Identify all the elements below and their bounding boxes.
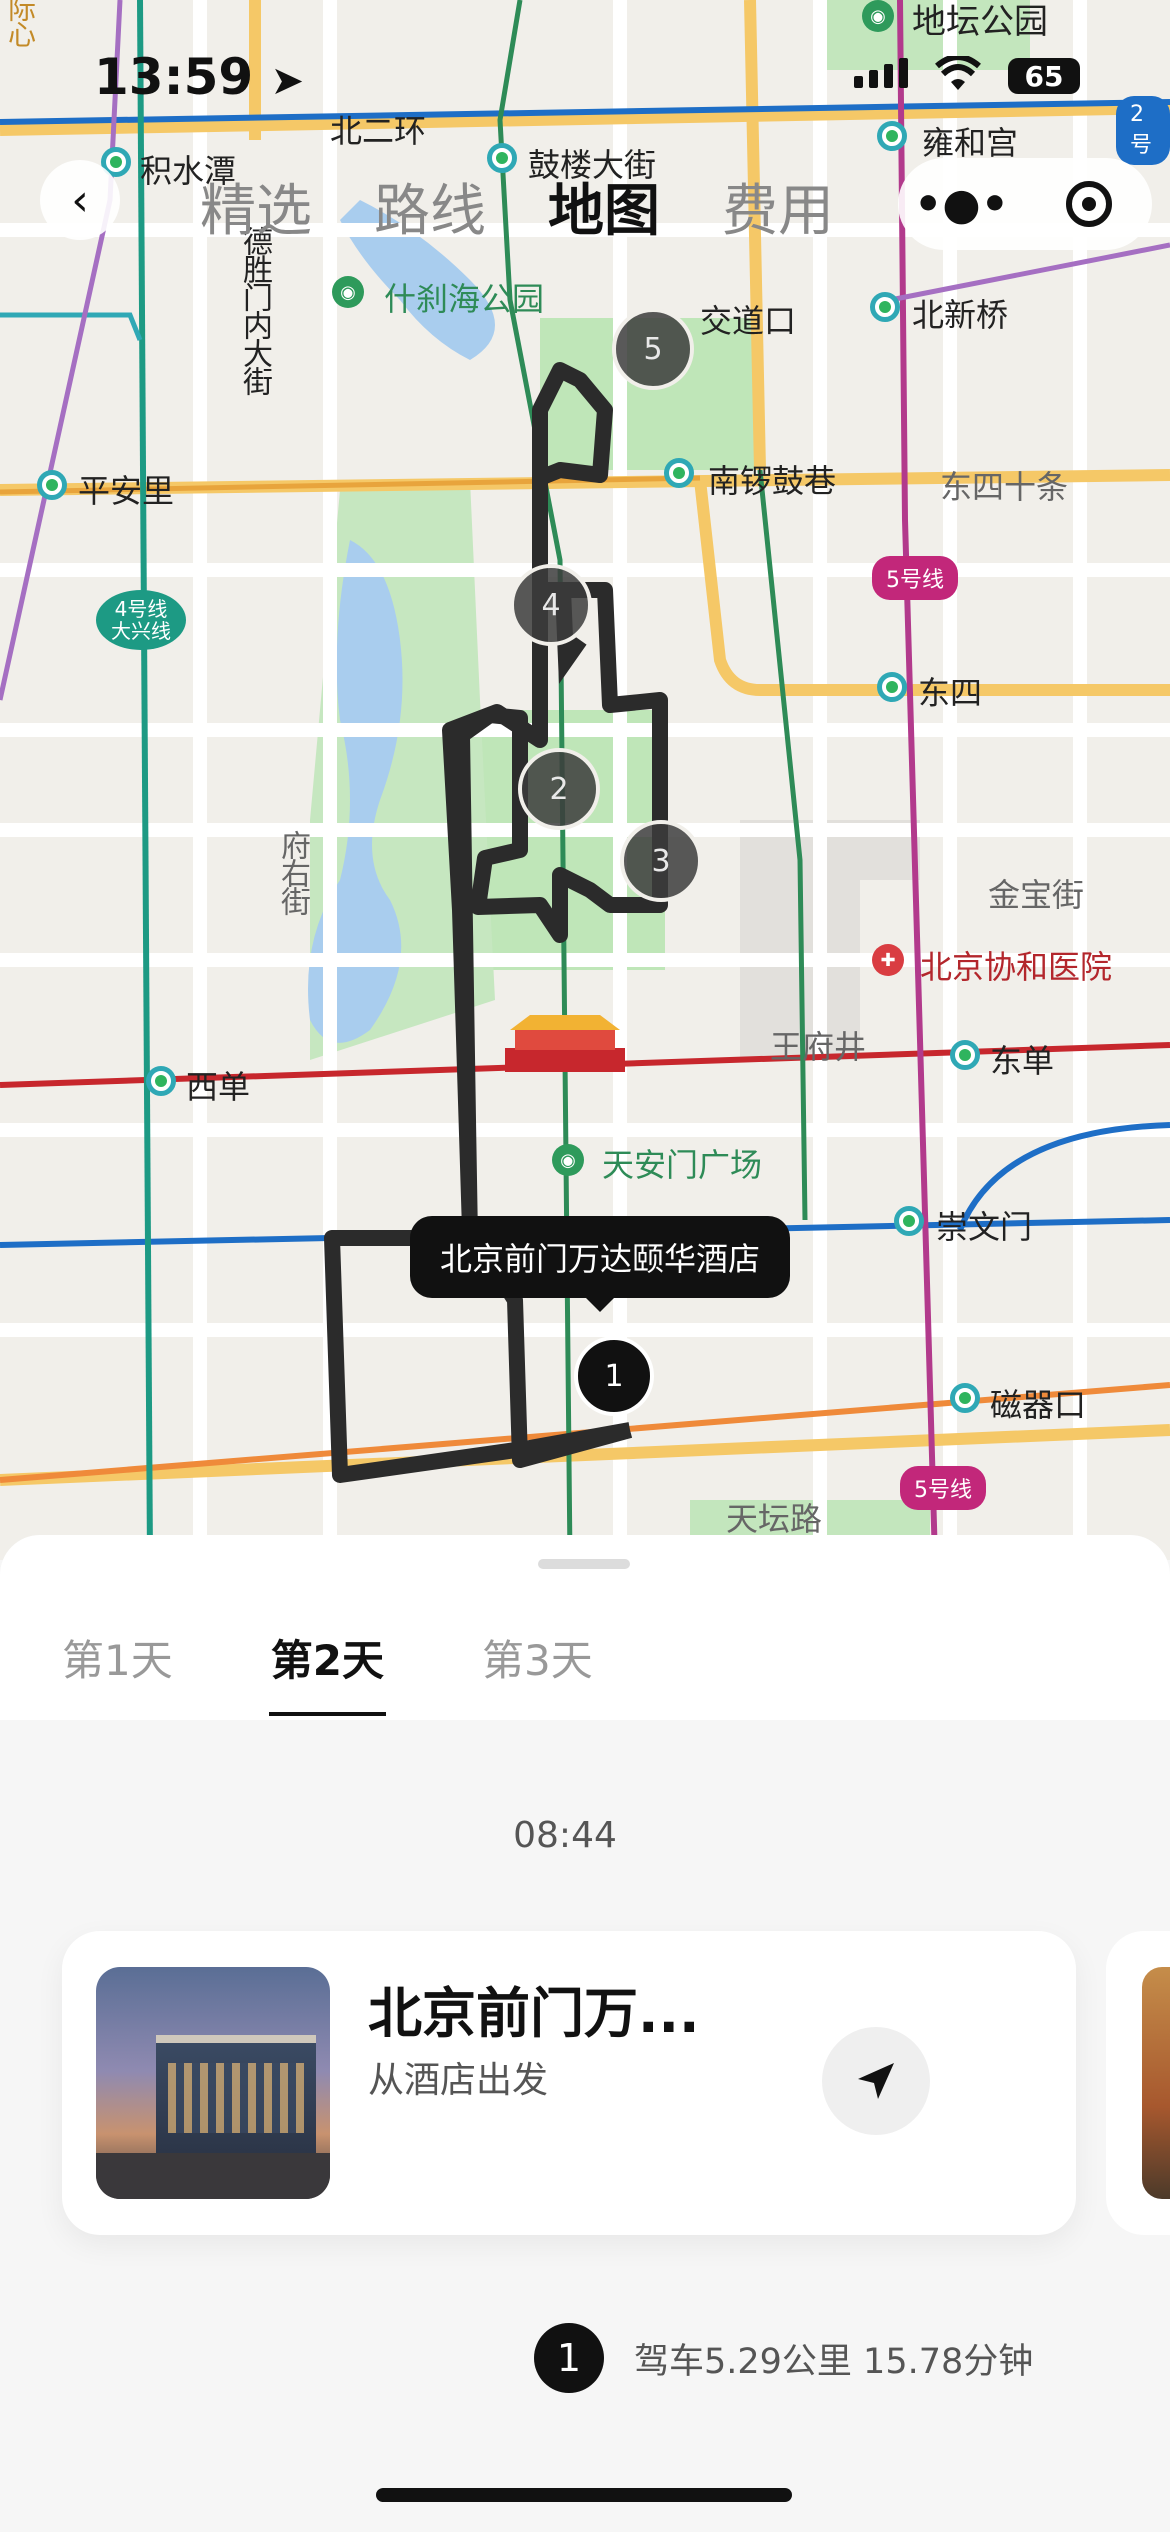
metro-station-icon[interactable] <box>37 470 67 500</box>
map-label[interactable]: 平安里 <box>78 466 174 512</box>
route-stop-pin-1[interactable]: 1 <box>574 1336 654 1416</box>
next-card-thumbnail <box>1142 1967 1170 2199</box>
route-segment: 1 驾车5.29公里 15.78分钟 <box>534 2323 1033 2393</box>
map-label: 际心 <box>4 0 37 46</box>
map-label[interactable]: 东单 <box>990 1036 1054 1082</box>
sheet-header: 第1天 第2天 第3天 <box>0 1535 1170 1720</box>
tab-cost[interactable]: 费用 <box>722 166 834 247</box>
card-title: 北京前门万... <box>368 1982 700 2045</box>
map-label[interactable]: 崇文门 <box>936 1202 1032 1248</box>
route-stop-pin-4[interactable]: 4 <box>510 564 592 646</box>
metro-station-icon[interactable] <box>870 292 900 322</box>
map-label: 天坛路 <box>726 1500 823 1538</box>
map-label: 府右街 <box>275 830 310 914</box>
map-label[interactable]: 天安门广场 <box>602 1140 762 1186</box>
app-root: ◉ ◉ ◉ ✚ 地坛公园 北二环 积水潭 鼓楼大街 雍和宫 什刹海公园 交道口 … <box>0 0 1170 2532</box>
map-tooltip[interactable]: 北京前门万达颐华酒店 <box>410 1216 791 1312</box>
tiananmen-icon <box>505 1015 625 1072</box>
target-icon <box>1065 181 1112 227</box>
metro-line-badge: 2号 <box>1116 96 1170 165</box>
map-label[interactable]: 南锣鼓巷 <box>708 456 836 502</box>
map-label: 北二环 <box>330 112 427 150</box>
route-segment-number: 1 <box>534 2323 604 2393</box>
route-stop-pin-3[interactable]: 3 <box>620 820 702 902</box>
map-label[interactable]: 东四 <box>918 668 982 714</box>
next-itinerary-card[interactable] <box>1106 1931 1170 2235</box>
navigate-button[interactable] <box>822 2027 930 2135</box>
close-target-button[interactable] <box>1025 181 1152 227</box>
tab-selected[interactable]: 精选 <box>200 166 312 247</box>
map-label[interactable]: 什刹海公园 <box>384 274 544 320</box>
map-label: 东四十条 <box>940 468 1069 506</box>
route-stop-pin-2[interactable]: 2 <box>518 748 600 830</box>
top-tabs: 精选 路线 地图 费用 <box>200 166 834 247</box>
tab-day-3[interactable]: 第3天 <box>482 1627 593 1688</box>
hotel-thumbnail <box>96 1967 330 2199</box>
bottom-sheet[interactable]: 第1天 第2天 第3天 08:44 北京前门万... 从酒店出发 1 驾车5.2… <box>0 1535 1170 2532</box>
more-dots-icon[interactable]: •●• <box>898 179 1025 230</box>
map-label[interactable]: 地坛公园 <box>912 0 1048 43</box>
map-label: 交道口 <box>700 302 797 340</box>
metro-line-4 <box>0 312 143 341</box>
metro-station-icon[interactable] <box>894 1206 924 1236</box>
map-label[interactable]: 磁器口 <box>990 1380 1086 1426</box>
camera-icon[interactable]: ◉ <box>332 276 364 308</box>
tab-day-2[interactable]: 第2天 <box>268 1627 387 1716</box>
tab-map[interactable]: 地图 <box>548 166 660 247</box>
sheet-grabber[interactable] <box>538 1559 630 1569</box>
metro-station-icon[interactable] <box>664 458 694 488</box>
camera-icon[interactable]: ◉ <box>552 1144 584 1176</box>
metro-station-icon[interactable] <box>146 1066 176 1096</box>
metro-line-badge: 5号线 <box>872 556 958 600</box>
metro-station-icon[interactable] <box>950 1040 980 1070</box>
day-tabs: 第1天 第2天 第3天 <box>62 1627 691 1716</box>
schedule-time: 08:44 <box>513 1815 617 1856</box>
map-label[interactable]: 北新桥 <box>912 290 1008 336</box>
map-label: 王府井 <box>770 1028 867 1066</box>
back-button[interactable]: ‹ <box>40 160 120 240</box>
map-label[interactable]: 北京协和医院 <box>920 942 1112 988</box>
chevron-left-icon: ‹ <box>71 174 89 226</box>
route-segment-text: 驾车5.29公里 15.78分钟 <box>634 2341 1034 2382</box>
metro-station-icon[interactable] <box>877 121 907 151</box>
metro-line-badge: 4号线 大兴线 <box>96 590 186 650</box>
navigation-arrow-icon <box>858 2063 894 2099</box>
metro-station-icon[interactable] <box>877 672 907 702</box>
home-indicator[interactable] <box>376 2488 792 2502</box>
metro-line-badge: 5号线 <box>900 1466 986 1510</box>
route-stop-pin-5[interactable]: 5 <box>612 308 694 390</box>
mini-program-capsule: •●• <box>898 158 1152 250</box>
map-label: 德胜门内大街 <box>237 226 272 394</box>
map-label: 金宝街 <box>988 876 1085 914</box>
itinerary-card[interactable]: 北京前门万... 从酒店出发 <box>62 1931 1076 2235</box>
metro-station-icon[interactable] <box>950 1383 980 1413</box>
tab-route[interactable]: 路线 <box>374 166 486 247</box>
hospital-icon[interactable]: ✚ <box>872 944 904 976</box>
camera-icon[interactable]: ◉ <box>862 0 894 32</box>
tab-day-1[interactable]: 第1天 <box>62 1627 173 1688</box>
map-label[interactable]: 西单 <box>186 1062 250 1108</box>
metro-line-13 <box>0 0 123 701</box>
card-subtitle: 从酒店出发 <box>368 2060 549 2101</box>
